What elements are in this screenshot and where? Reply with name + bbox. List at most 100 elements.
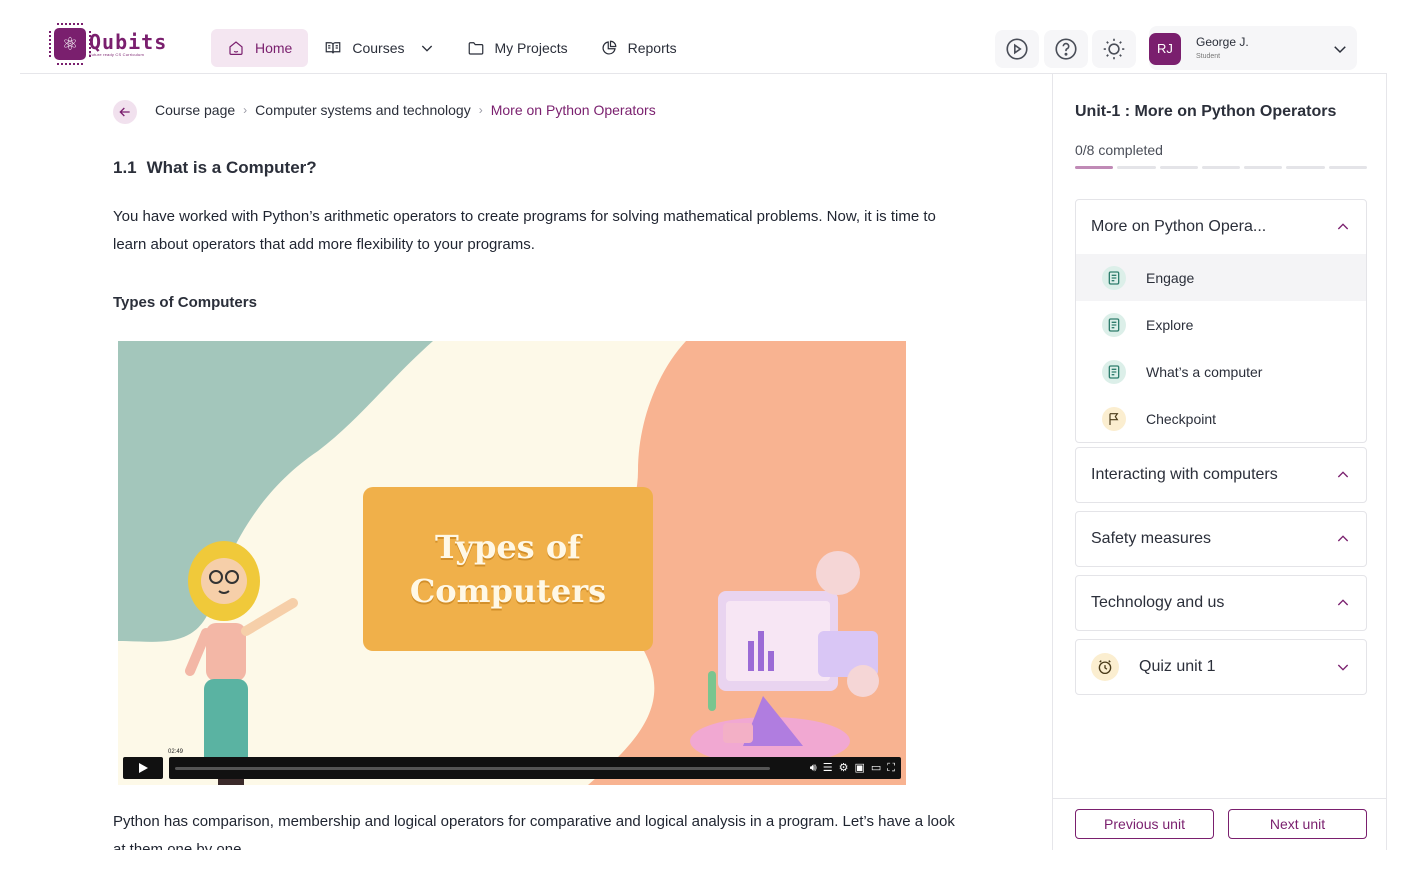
lesson-engage[interactable]: Engage <box>1076 254 1366 301</box>
chevron-right-icon: › <box>478 103 483 117</box>
chevron-up-icon <box>1337 471 1349 478</box>
fullscreen-icon[interactable]: ⛶ <box>887 761 895 775</box>
clock-icon <box>1091 653 1119 681</box>
user-menu[interactable]: RJ George J. Student <box>1149 26 1357 70</box>
nav-courses-label: Courses <box>352 40 405 56</box>
help-button[interactable] <box>1044 30 1088 68</box>
atom-icon: ⚛ <box>49 23 91 65</box>
breadcrumb-course-page[interactable]: Course page <box>155 102 235 118</box>
sun-icon <box>1103 38 1125 60</box>
progress-segment <box>1201 166 1241 169</box>
chevron-down-icon <box>1334 46 1346 54</box>
unit-sidebar: Unit-1 : More on Python Operators 0/8 co… <box>1052 74 1387 850</box>
captions-icon[interactable]: ☰ <box>823 761 833 775</box>
progress-text: 0/8 completed <box>1075 142 1163 158</box>
lesson-label: Engage <box>1146 269 1195 286</box>
lesson-whats-a-computer[interactable]: What’s a computer <box>1076 348 1366 395</box>
section-quiz: Quiz unit 1 <box>1075 639 1367 695</box>
book-icon <box>1102 312 1126 337</box>
video-seek-bar[interactable] <box>175 767 770 770</box>
section-safety: Safety measures <box>1075 511 1367 567</box>
top-navigation: ⚛ Qubits Future ready CS Curriculum Home… <box>20 0 1387 74</box>
video-player[interactable]: Types of Computers 02:49 🔊︎ ☰ ⚙︎ ▣ ▭ ⛶ <box>118 341 906 785</box>
play-tour-button[interactable] <box>995 30 1039 68</box>
video-controls: 🔊︎ ☰ ⚙︎ ▣ ▭ ⛶ <box>123 757 901 779</box>
brand-tagline: Future ready CS Curriculum <box>89 51 144 57</box>
progress-segment <box>1328 166 1367 169</box>
next-unit-button[interactable]: Next unit <box>1228 809 1367 839</box>
lesson-checkpoint[interactable]: Checkpoint <box>1076 395 1366 442</box>
settings-icon[interactable]: ⚙︎ <box>839 761 849 775</box>
lesson-explore[interactable]: Explore <box>1076 301 1366 348</box>
arrow-left-icon <box>119 107 130 117</box>
section-header[interactable]: Safety measures <box>1076 512 1366 566</box>
nav-home-label: Home <box>255 40 293 56</box>
cast-icon[interactable]: ▭ <box>871 761 881 775</box>
section-header-label: Safety measures <box>1091 530 1212 547</box>
play-icon <box>139 763 148 773</box>
outro-paragraph: Python has comparison, membership and lo… <box>113 813 955 850</box>
section-header-label: Interacting with computers <box>1091 466 1278 483</box>
section-title-text: What is a Computer? <box>146 158 317 177</box>
section-header[interactable]: More on Python Opera... <box>1076 200 1366 254</box>
qubits-logo[interactable]: ⚛ Qubits Future ready CS Curriculum <box>49 23 168 65</box>
nav-home[interactable]: Home <box>211 29 309 67</box>
avatar: RJ <box>1149 33 1181 65</box>
chevron-down-icon <box>1337 664 1349 671</box>
volume-icon[interactable]: 🔊︎ <box>810 761 817 775</box>
previous-unit-button[interactable]: Previous unit <box>1075 809 1214 839</box>
chevron-right-icon: › <box>243 103 248 117</box>
section-number: 1.1 <box>113 158 137 177</box>
breadcrumb-course[interactable]: Computer systems and technology <box>255 102 471 118</box>
chevron-down-icon[interactable] <box>419 40 435 56</box>
nav-reports-label: Reports <box>627 40 677 56</box>
video-title-card: Types of Computers <box>363 487 653 651</box>
progress-segment <box>1286 166 1325 169</box>
picture-in-picture-icon[interactable]: ▣ <box>854 761 864 775</box>
nav-reports[interactable]: Reports <box>584 29 693 67</box>
progress-bar <box>1075 166 1367 169</box>
book-icon <box>1102 265 1126 290</box>
chevron-up-icon <box>1337 599 1349 606</box>
home-icon <box>229 41 243 55</box>
section-interacting: Interacting with computers <box>1075 447 1367 503</box>
progress-segment <box>1159 166 1198 169</box>
nav-courses[interactable]: Courses <box>308 29 450 67</box>
section-header[interactable]: Quiz unit 1 <box>1076 640 1366 694</box>
intro-paragraph: You have worked with Python’s arithmetic… <box>113 208 936 253</box>
chevron-up-icon <box>1337 535 1349 542</box>
section-header[interactable]: Technology and us <box>1076 576 1366 630</box>
progress-segment <box>1244 166 1283 169</box>
lesson-label: Checkpoint <box>1146 410 1217 427</box>
progress-segment <box>1075 166 1114 169</box>
video-title-line-1: Types of <box>435 528 581 566</box>
subheading: Types of Computers <box>113 294 257 311</box>
section-header-label: Technology and us <box>1091 594 1225 611</box>
unit-navigation: Previous unit Next unit <box>1053 798 1386 850</box>
breadcrumb: Course page › Computer systems and techn… <box>155 102 656 118</box>
lesson-content: Course page › Computer systems and techn… <box>20 74 1052 850</box>
progress-segment <box>1117 166 1156 169</box>
section-header[interactable]: Interacting with computers <box>1076 448 1366 502</box>
play-button[interactable] <box>123 757 163 779</box>
main-nav: Home Courses My Projects Reports <box>211 29 693 67</box>
pie-chart-icon <box>602 40 616 55</box>
section-title: 1.1 What is a Computer? <box>113 158 317 178</box>
nav-projects-label: My Projects <box>494 40 568 56</box>
unit-title: Unit-1 : More on Python Operators <box>1075 103 1337 120</box>
section-header-label: More on Python Opera... <box>1091 218 1267 235</box>
brand-name: Qubits <box>89 29 168 54</box>
open-book-icon <box>326 42 341 54</box>
user-role: Student <box>1196 53 1221 60</box>
folder-icon <box>468 42 483 55</box>
lesson-label: Explore <box>1146 316 1194 333</box>
nav-my-projects[interactable]: My Projects <box>451 29 584 67</box>
back-button[interactable] <box>113 100 137 124</box>
video-title-line-2: Computers <box>409 572 607 610</box>
theme-toggle-button[interactable] <box>1092 30 1136 68</box>
flag-icon <box>1102 406 1126 431</box>
play-circle-icon <box>1006 38 1028 60</box>
section-more-on-python: More on Python Opera... Engage Explore W… <box>1075 199 1367 443</box>
lesson-label: What’s a computer <box>1146 363 1263 380</box>
video-control-bar: 🔊︎ ☰ ⚙︎ ▣ ▭ ⛶ <box>169 757 901 779</box>
